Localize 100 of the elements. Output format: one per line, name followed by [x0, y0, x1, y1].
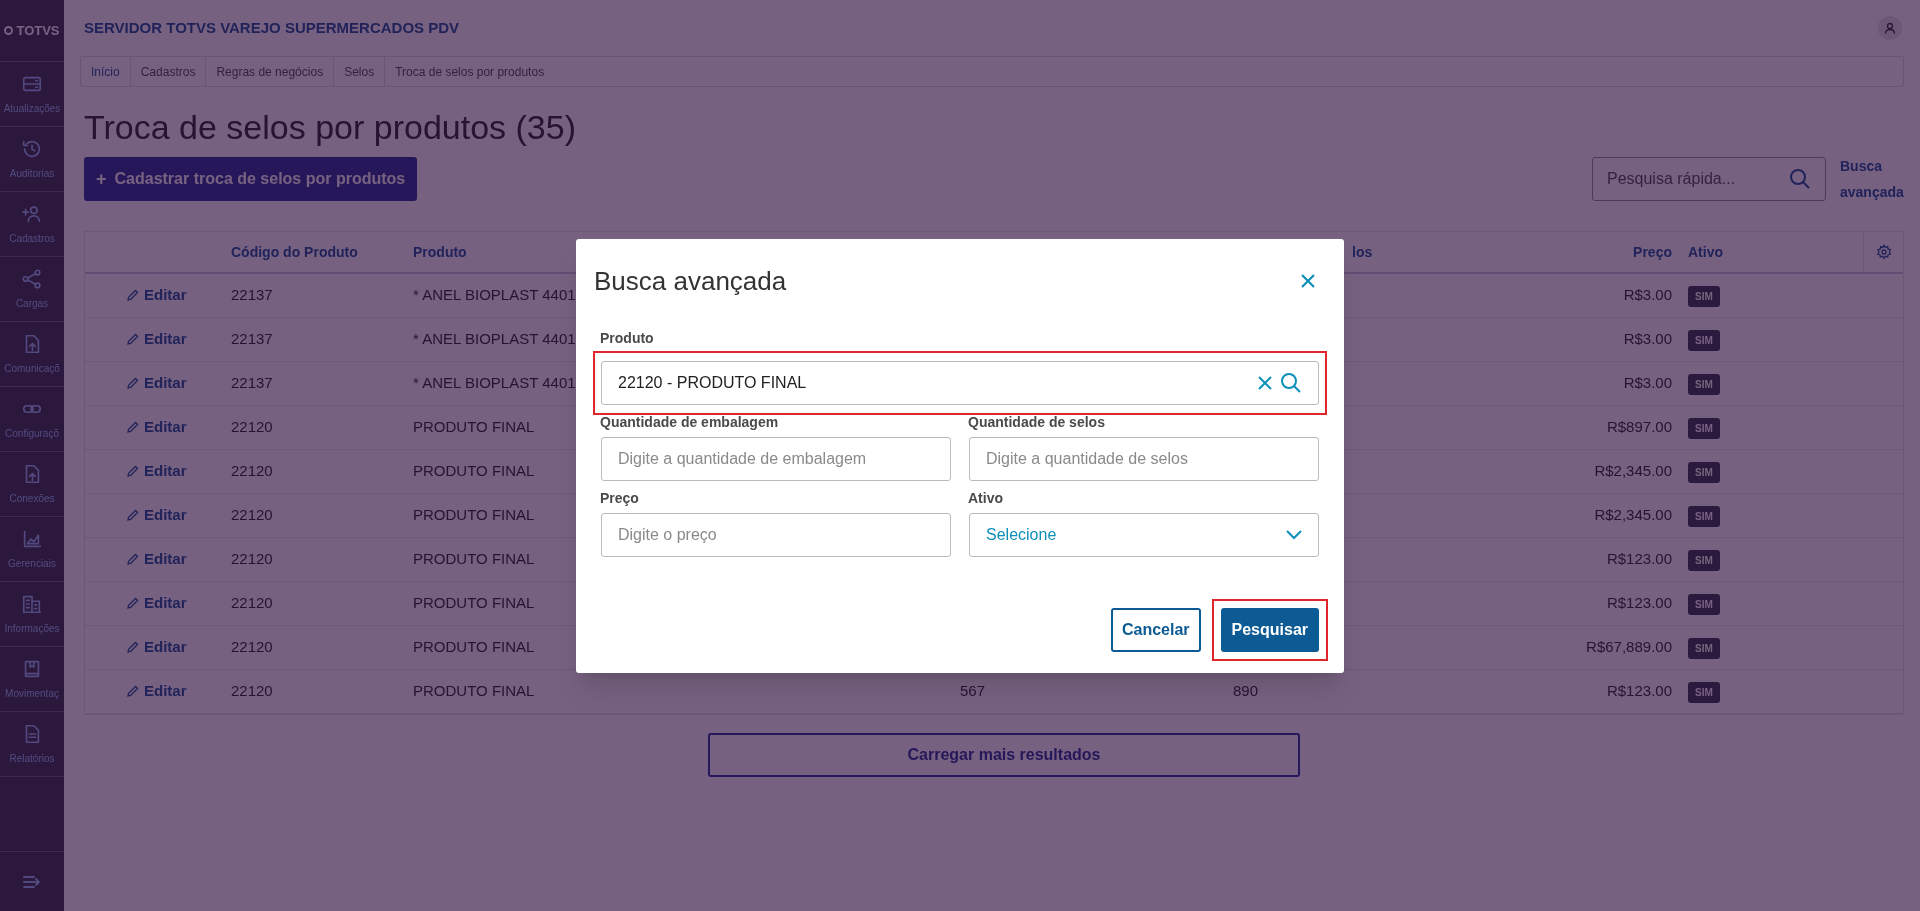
sidebar-item[interactable]: Movimentaç [0, 647, 64, 712]
status-badge: SIM [1688, 418, 1720, 439]
breadcrumb-link[interactable]: Cadastros [130, 57, 207, 86]
column-header[interactable]: los [1352, 243, 1373, 260]
column-header[interactable]: Produto [413, 243, 467, 260]
column-header[interactable]: Código do Produto [231, 243, 358, 260]
status-badge: SIM [1688, 330, 1720, 351]
table-cell: 22120 [231, 594, 273, 612]
table-cell: 22137 [231, 286, 273, 304]
table-cell: R$3.00 [1623, 330, 1672, 348]
edit-link[interactable]: Editar [127, 459, 187, 483]
table-cell: R$2,345.00 [1594, 462, 1672, 480]
pencil-icon [127, 596, 139, 609]
search-button[interactable]: Pesquisar [1220, 608, 1319, 652]
search-box[interactable]: Pesquisa rápida... [1592, 157, 1826, 201]
table-cell: R$67,889.00 [1586, 638, 1672, 656]
product-search-field[interactable]: 22120 - PRODUTO FINAL [618, 371, 1258, 395]
sidebar-item[interactable]: Conexões [0, 452, 64, 517]
table-cell: PRODUTO FINAL [413, 594, 535, 612]
input-field[interactable]: Digite a quantidade de selos [969, 437, 1319, 481]
table-cell: 22120 [231, 418, 273, 436]
pencil-icon [127, 640, 139, 653]
search-icon[interactable] [1280, 372, 1302, 394]
sidebar-item[interactable]: Gerenciais [0, 517, 64, 582]
table-cell: R$3.00 [1623, 374, 1672, 392]
table-cell: R$123.00 [1606, 594, 1672, 612]
clear-icon[interactable] [1258, 376, 1272, 390]
sidebar-item[interactable]: Comunicaçõ [0, 322, 64, 387]
table-cell: PRODUTO FINAL [413, 462, 535, 480]
edit-link[interactable]: Editar [127, 591, 187, 615]
sidebar-item[interactable]: Relatórios [0, 712, 64, 777]
sidebar-item[interactable]: Configuraçõ [0, 387, 64, 452]
search-icon[interactable] [1789, 168, 1811, 190]
field-label: Quantidade de selos [968, 413, 1106, 432]
status-badge: SIM [1688, 638, 1720, 659]
edit-link[interactable]: Editar [127, 415, 187, 439]
sidebar-item[interactable]: Auditorias [0, 127, 64, 192]
edit-link[interactable]: Editar [127, 327, 187, 351]
table-cell: R$3.00 [1623, 286, 1672, 304]
pencil-icon [127, 288, 139, 301]
sidebar-item[interactable]: Atualizações [0, 62, 64, 127]
pencil-icon [127, 420, 139, 433]
user-avatar-icon[interactable] [1878, 16, 1902, 40]
status-badge: SIM [1688, 286, 1720, 307]
table-cell: PRODUTO FINAL [413, 418, 535, 436]
app-title: SERVIDOR TOTVS VAREJO SUPERMERCADOS PDV [84, 17, 460, 38]
edit-link[interactable]: Editar [127, 503, 187, 527]
edit-link[interactable]: Editar [127, 635, 187, 659]
settings-icon[interactable] [1875, 244, 1892, 260]
field-label: Produto [600, 329, 655, 348]
breadcrumb-link[interactable]: Regras de negócios [206, 57, 335, 86]
pencil-icon [127, 684, 139, 697]
column-header[interactable]: Ativo [1688, 243, 1723, 260]
field-label: Ativo [968, 489, 1004, 508]
table-cell: * ANEL BIOPLAST 4401 [413, 374, 576, 392]
select-field[interactable]: Selecione [969, 513, 1319, 557]
add-button[interactable]: + Cadastrar troca de selos por produtos [84, 157, 418, 201]
table-cell: R$123.00 [1606, 550, 1672, 568]
field-label: Quantidade de embalagem [600, 413, 780, 432]
pencil-icon [127, 376, 139, 389]
edit-link[interactable]: Editar [127, 679, 187, 703]
table-cell: PRODUTO FINAL [413, 638, 535, 656]
search-box[interactable]: 22120 - PRODUTO FINAL [601, 361, 1319, 405]
table-cell: * ANEL BIOPLAST 4401 [413, 286, 576, 304]
quick-search-field[interactable]: Pesquisa rápida... [1607, 167, 1777, 191]
status-badge: SIM [1688, 550, 1720, 571]
logo-icon [4, 26, 14, 35]
table-cell: R$123.00 [1606, 682, 1672, 700]
share-icon [21, 267, 43, 290]
table-cell: 22120 [231, 638, 273, 656]
column-header[interactable]: Preço [1633, 243, 1672, 260]
input-field[interactable]: Digite a quantidade de embalagem [601, 437, 951, 481]
close-icon[interactable] [1300, 273, 1316, 289]
sidebar-item[interactable]: Informações [0, 582, 64, 647]
logo-text: TOTVS [16, 21, 60, 40]
table-cell: 22120 [231, 462, 273, 480]
pencil-icon [127, 332, 139, 345]
load-more-button[interactable]: Carregar mais resultados [708, 733, 1300, 777]
edit-link[interactable]: Editar [127, 283, 187, 307]
sidebar-item[interactable]: Cargas [0, 257, 64, 322]
table-cell: * ANEL BIOPLAST 4401 [413, 330, 576, 348]
table-cell: PRODUTO FINAL [413, 506, 535, 524]
pencil-icon [127, 508, 139, 521]
edit-link[interactable]: Editar [127, 547, 187, 571]
breadcrumb-link[interactable]: Início [81, 57, 131, 86]
input-field[interactable]: Digite o preço [601, 513, 951, 557]
chevron-down-icon [1286, 530, 1302, 540]
advanced-search-link[interactable]: Busca avançada [1840, 153, 1904, 205]
pencil-icon [127, 464, 139, 477]
table-cell: 22120 [231, 506, 273, 524]
table-cell: R$897.00 [1606, 418, 1672, 436]
status-badge: SIM [1688, 462, 1720, 483]
cancel-button[interactable]: Cancelar [1110, 608, 1201, 652]
table-cell: PRODUTO FINAL [413, 550, 535, 568]
table-cell: 22120 [231, 550, 273, 568]
table-cell: 22137 [231, 330, 273, 348]
collapse-menu-icon[interactable] [23, 874, 41, 889]
sidebar-item[interactable]: Cadastros [0, 192, 64, 257]
edit-link[interactable]: Editar [127, 371, 187, 395]
breadcrumb-link[interactable]: Selos [334, 57, 386, 86]
